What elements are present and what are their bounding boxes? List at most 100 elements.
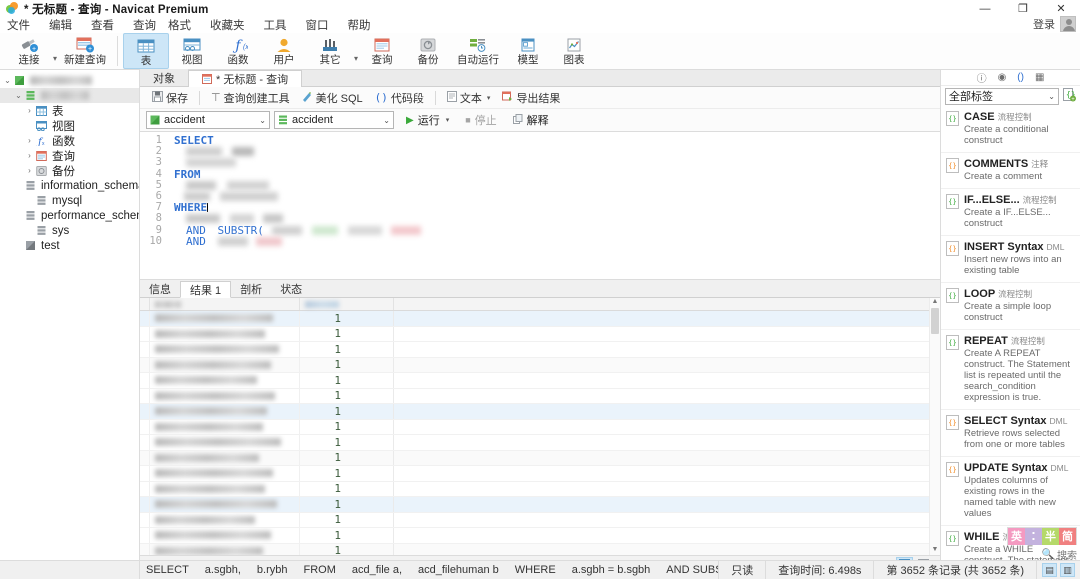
result-grid[interactable]: 1111111111111111 ▲ ▼: [140, 298, 940, 555]
ribbon-button-query[interactable]: 查询: [359, 33, 405, 69]
ime-key-language[interactable]: 英: [1008, 527, 1025, 545]
grid-header-col-1[interactable]: [150, 298, 300, 310]
snippet-item[interactable]: {} IF...ELSE... 流程控制 Create a IF...ELSE... …: [941, 189, 1080, 236]
row-selector-cell[interactable]: [140, 481, 150, 496]
tree-node-sys[interactable]: sys: [0, 223, 139, 238]
tree-node-test[interactable]: test: [0, 238, 139, 253]
ribbon-button-automation[interactable]: 自动运行: [451, 33, 505, 69]
info-icon[interactable]: ⓘ: [977, 70, 987, 85]
cell-redacted[interactable]: [150, 419, 300, 434]
status-form-view-icon[interactable]: ▥: [1060, 563, 1075, 577]
cell-redacted[interactable]: [150, 481, 300, 496]
row-selector-cell[interactable]: [140, 373, 150, 388]
twisty-collapsed-icon[interactable]: ›: [24, 106, 35, 115]
menu-item-edit[interactable]: 编辑: [49, 17, 82, 33]
result-tab-profile[interactable]: 剖析: [231, 280, 271, 297]
tree-node-information-schema[interactable]: information_schema: [0, 178, 139, 193]
ime-toolbar[interactable]: 英 ⁚ 半 简: [1007, 527, 1077, 545]
cell-value[interactable]: 1: [300, 481, 394, 496]
tab-objects[interactable]: 对象: [140, 69, 188, 86]
menu-item-view[interactable]: 查看: [91, 17, 124, 33]
connection-dropdown-caret-icon[interactable]: ▾: [53, 40, 57, 63]
tree-node-performance-schema[interactable]: performance_schema: [0, 208, 139, 223]
ime-key-width[interactable]: 半: [1042, 527, 1059, 545]
beautify-sql-button[interactable]: 美化 SQL: [296, 88, 369, 108]
ime-key-script[interactable]: 简: [1059, 527, 1076, 545]
table-row[interactable]: 1: [140, 388, 940, 404]
cell-redacted[interactable]: [150, 450, 300, 465]
twisty-collapsed-icon[interactable]: ›: [24, 151, 35, 160]
menu-item-query[interactable]: 查询: [133, 17, 166, 33]
row-selector-cell[interactable]: [140, 466, 150, 481]
sql-code-area[interactable]: SELECT FROM WHERE AND SUBSTR(AND: [166, 132, 940, 279]
table-row[interactable]: 1: [140, 357, 940, 373]
row-selector-cell[interactable]: [140, 435, 150, 450]
ribbon-button-user[interactable]: 用户: [261, 33, 307, 69]
snippet-item[interactable]: {} UPDATE Syntax DML Updates columns of exi…: [941, 457, 1080, 526]
ribbon-button-model[interactable]: 模型: [505, 33, 551, 69]
row-selector-cell[interactable]: [140, 342, 150, 357]
row-selector-cell[interactable]: [140, 311, 150, 326]
cell-value[interactable]: 1: [300, 543, 394, 555]
cell-redacted[interactable]: [150, 466, 300, 481]
cell-value[interactable]: 1: [300, 512, 394, 527]
ribbon-button-new-query[interactable]: + 新建查询: [58, 33, 112, 69]
scrollbar-thumb[interactable]: [931, 308, 939, 334]
row-selector-cell[interactable]: [140, 512, 150, 527]
table-row[interactable]: 1: [140, 435, 940, 451]
cell-value[interactable]: 1: [300, 497, 394, 512]
ribbon-button-table[interactable]: 表: [123, 33, 170, 69]
add-snippet-icon[interactable]: {} +: [1063, 87, 1076, 105]
run-button[interactable]: ▶ 运行 ▾: [402, 110, 453, 130]
row-selector-cell[interactable]: [140, 450, 150, 465]
chevron-down-icon[interactable]: ▾: [446, 116, 450, 124]
row-selector-cell[interactable]: [140, 419, 150, 434]
scroll-down-arrow-icon[interactable]: ▼: [930, 546, 940, 555]
save-button[interactable]: 保存: [146, 88, 194, 108]
query-builder-button[interactable]: ⊤ 查询创建工具: [205, 88, 296, 108]
tree-node-functions[interactable]: › ƒx 函数: [0, 133, 139, 148]
database-select[interactable]: accident ⌄: [274, 111, 394, 129]
tree-node-connection-root[interactable]: ⌄: [0, 73, 139, 88]
tree-node-queries[interactable]: › 查询: [0, 148, 139, 163]
row-selector-cell[interactable]: [140, 497, 150, 512]
cell-value[interactable]: 1: [300, 528, 394, 543]
tree-node-tables[interactable]: › 表: [0, 103, 139, 118]
ribbon-button-backup[interactable]: 备份: [405, 33, 451, 69]
snippet-item[interactable]: {} INSERT Syntax DML Insert new rows into a…: [941, 236, 1080, 283]
table-row[interactable]: 1: [140, 543, 940, 555]
tree-node-backups[interactable]: › 备份: [0, 163, 139, 178]
cell-redacted[interactable]: [150, 342, 300, 357]
table-row[interactable]: 1: [140, 404, 940, 420]
cell-value[interactable]: 1: [300, 342, 394, 357]
table-row[interactable]: 1: [140, 419, 940, 435]
chevron-down-icon[interactable]: ⌄: [253, 116, 266, 125]
scroll-up-arrow-icon[interactable]: ▲: [930, 298, 940, 307]
snippet-item[interactable]: {} COMMENTS 注释 Create a comment: [941, 153, 1080, 189]
row-selector-cell[interactable]: [140, 543, 150, 555]
cell-redacted[interactable]: [150, 543, 300, 555]
tag-filter-select[interactable]: 全部标签 ⌄: [945, 87, 1059, 105]
ribbon-button-other[interactable]: 其它: [307, 33, 353, 69]
snippet-icon[interactable]: ◉: [998, 72, 1007, 83]
grid-corner-cell[interactable]: [140, 298, 150, 310]
row-selector-cell[interactable]: [140, 528, 150, 543]
result-tab-result1[interactable]: 结果 1: [180, 281, 232, 298]
chevron-down-icon[interactable]: ▾: [487, 94, 491, 102]
cell-redacted[interactable]: [150, 373, 300, 388]
menu-item-window[interactable]: 窗口: [306, 17, 339, 33]
result-tab-status[interactable]: 状态: [271, 280, 311, 297]
menu-item-format[interactable]: 格式: [168, 17, 201, 33]
table-row[interactable]: 1: [140, 450, 940, 466]
cell-value[interactable]: 1: [300, 419, 394, 434]
cell-value[interactable]: 1: [300, 373, 394, 388]
result-tab-info[interactable]: 信息: [140, 280, 180, 297]
cell-redacted[interactable]: [150, 404, 300, 419]
other-dropdown-caret-icon[interactable]: ▾: [354, 40, 358, 63]
cell-value[interactable]: 1: [300, 357, 394, 372]
ime-key-punctuation[interactable]: ⁚: [1025, 527, 1042, 545]
cell-value[interactable]: 1: [300, 404, 394, 419]
table-row[interactable]: 1: [140, 373, 940, 389]
tab-query-untitled[interactable]: * 无标题 - 查询: [188, 70, 303, 87]
snippet-item[interactable]: {} SELECT Syntax DML Retrieve rows selected…: [941, 410, 1080, 457]
